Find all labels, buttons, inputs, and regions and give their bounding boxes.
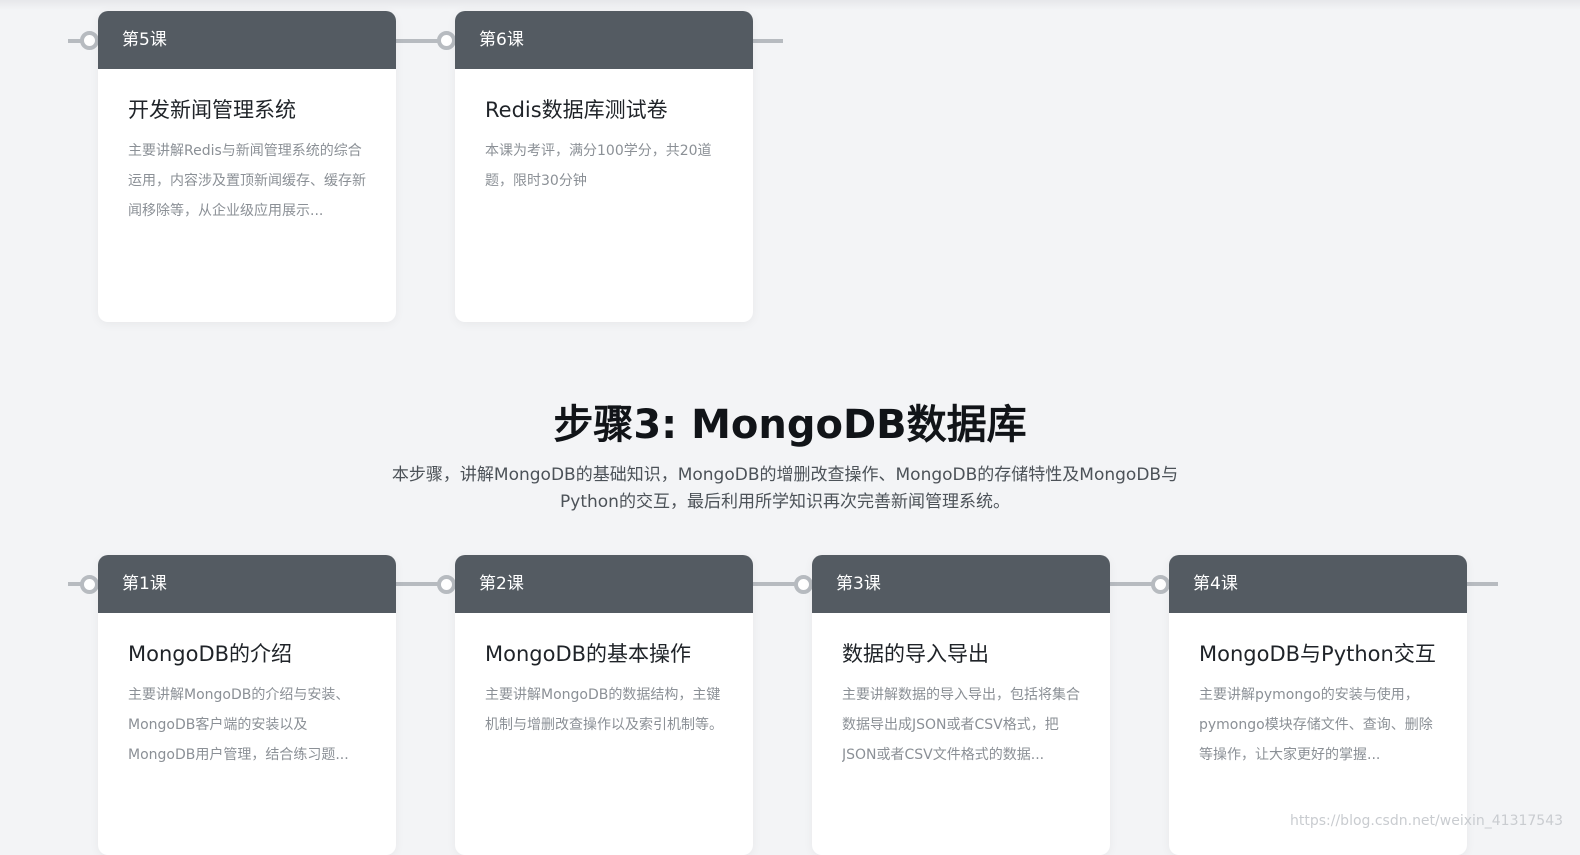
step-title: 步骤3: MongoDB数据库 — [553, 402, 1027, 448]
lesson-description: 本课为考评，满分100学分，共20道题，限时30分钟 — [485, 143, 712, 189]
lesson-card-2[interactable]: 第2课 MongoDB的基本操作 主要讲解MongoDB的数据结构，主键机制与增… — [455, 555, 753, 855]
lesson-title: MongoDB的介绍 — [128, 642, 293, 666]
lesson-number: 第2课 — [455, 555, 753, 613]
top-shadow — [0, 0, 1580, 10]
lesson-number: 第3课 — [812, 555, 1110, 613]
lesson-title: 数据的导入导出 — [842, 642, 989, 666]
lesson-title: MongoDB的基本操作 — [485, 642, 692, 666]
lesson-description: 主要讲解pymongo的安装与使用，pymongo模块存储文件、查询、删除等操作… — [1199, 687, 1433, 763]
lesson-card-1[interactable]: 第1课 MongoDB的介绍 主要讲解MongoDB的介绍与安装、MongoDB… — [98, 555, 396, 855]
lesson-description: 主要讲解Redis与新闻管理系统的综合运用，内容涉及置顶新闻缓存、缓存新闻移除等… — [128, 143, 366, 219]
watermark-url: https://blog.csdn.net/weixin_41317543 — [1290, 813, 1564, 829]
timeline-node — [1151, 575, 1170, 594]
lesson-card-4[interactable]: 第4课 MongoDB与Python交互 主要讲解pymongo的安装与使用，p… — [1169, 555, 1467, 855]
step-description: 本步骤，讲解MongoDB的基础知识，MongoDB的增删改查操作、MongoD… — [391, 465, 1179, 512]
lesson-card-6[interactable]: 第6课 Redis数据库测试卷 本课为考评，满分100学分，共20道题，限时30… — [455, 11, 753, 322]
lesson-card-3[interactable]: 第3课 数据的导入导出 主要讲解数据的导入导出，包括将集合数据导出成JSON或者… — [812, 555, 1110, 855]
lesson-card-5[interactable]: 第5课 开发新闻管理系统 主要讲解Redis与新闻管理系统的综合运用，内容涉及置… — [98, 11, 396, 322]
timeline-node — [80, 575, 99, 594]
lesson-title: Redis数据库测试卷 — [485, 98, 668, 122]
lesson-number: 第1课 — [98, 555, 396, 613]
lesson-description: 主要讲解MongoDB的数据结构，主键机制与增删改查操作以及索引机制等。 — [485, 687, 723, 733]
timeline-node — [80, 31, 99, 50]
lesson-title: 开发新闻管理系统 — [128, 98, 296, 122]
lesson-title: MongoDB与Python交互 — [1199, 642, 1436, 666]
timeline-node — [437, 575, 456, 594]
lesson-description: 主要讲解MongoDB的介绍与安装、MongoDB客户端的安装以及MongoDB… — [128, 687, 350, 763]
timeline-node — [794, 575, 813, 594]
lesson-number: 第4课 — [1169, 555, 1467, 613]
timeline-node — [437, 31, 456, 50]
lesson-number: 第5课 — [98, 11, 396, 69]
lesson-description: 主要讲解数据的导入导出，包括将集合数据导出成JSON或者CSV格式，把JSON或… — [842, 687, 1080, 763]
lesson-number: 第6课 — [455, 11, 753, 69]
